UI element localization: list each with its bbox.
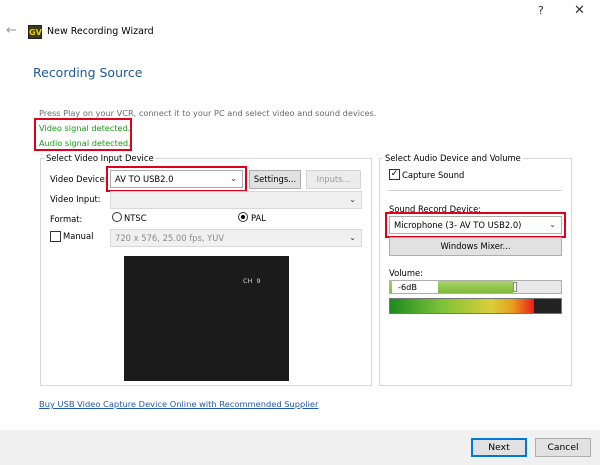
video-input-label: Video Input: [50, 194, 101, 204]
preview-channel-overlay: CH 9 [243, 277, 261, 285]
capture-sound-label: Capture Sound [402, 170, 465, 180]
pal-label: PAL [251, 213, 266, 223]
audio-signal-status: Audio signal detected. [39, 138, 131, 148]
ntsc-radio[interactable] [112, 212, 122, 222]
audio-level-meter [389, 298, 562, 314]
chevron-down-icon: ⌄ [349, 195, 356, 204]
video-device-highlight [106, 166, 247, 192]
back-arrow-icon[interactable]: ← [6, 24, 17, 38]
video-mode-value: 720 x 576, 25.00 fps, YUV [115, 233, 225, 243]
volume-label: Volume: [389, 268, 423, 278]
volume-readout: -6dB [392, 281, 438, 293]
manual-checkbox[interactable] [50, 231, 61, 242]
inputs-button[interactable]: Inputs... [306, 170, 361, 189]
format-label: Format: [50, 214, 83, 224]
buy-device-link[interactable]: Buy USB Video Capture Device Online with… [39, 399, 318, 409]
settings-button[interactable]: Settings... [249, 170, 301, 189]
audio-level-fill [390, 299, 534, 313]
audio-separator [388, 190, 562, 191]
video-device-label: Video Device: [50, 174, 108, 184]
volume-slider-thumb[interactable] [513, 282, 517, 292]
video-preview: CH 9 [124, 256, 289, 381]
cancel-button[interactable]: Cancel [535, 438, 591, 457]
ntsc-label: NTSC [124, 213, 147, 223]
manual-label: Manual [63, 231, 94, 241]
page-title: Recording Source [33, 65, 143, 80]
help-button[interactable]: ? [538, 4, 544, 17]
video-mode-select[interactable]: 720 x 576, 25.00 fps, YUV ⌄ [110, 229, 362, 247]
pal-radio[interactable] [238, 212, 248, 222]
chevron-down-icon: ⌄ [349, 233, 356, 242]
app-logo-icon: GV [28, 25, 42, 39]
window-title: New Recording Wizard [47, 26, 154, 37]
windows-mixer-button[interactable]: Windows Mixer... [389, 237, 562, 256]
video-signal-status: Video signal detected. [39, 123, 131, 133]
capture-sound-checkbox[interactable]: ✓ [389, 169, 400, 180]
instructions-text: Press Play on your VCR, connect it to yo… [39, 108, 377, 118]
next-button[interactable]: Next [471, 438, 527, 457]
audio-group-label: Select Audio Device and Volume [383, 153, 523, 163]
sound-device-highlight [385, 212, 566, 238]
video-input-select[interactable]: ⌄ [110, 191, 362, 209]
volume-slider[interactable]: -6dB [389, 280, 562, 294]
close-button[interactable]: ✕ [574, 3, 585, 18]
video-group-label: Select Video Input Device [44, 153, 156, 163]
